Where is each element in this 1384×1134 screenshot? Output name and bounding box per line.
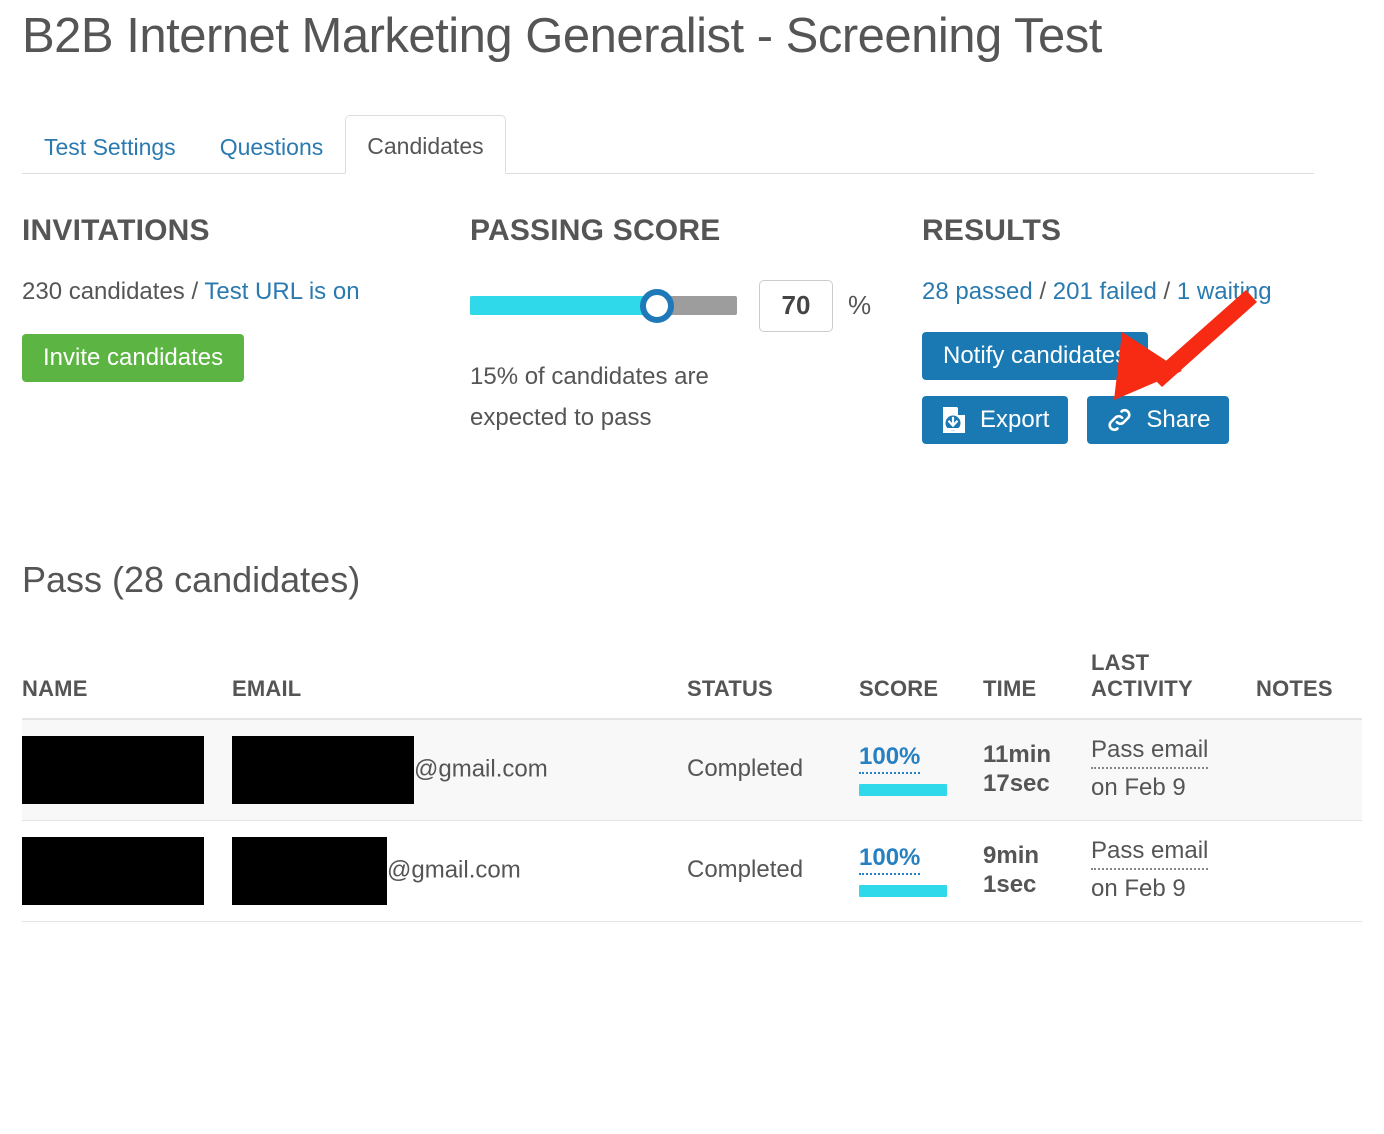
passing-score-note-line2: expected to pass bbox=[470, 404, 652, 432]
passing-score-note: 15% of candidates are expected to pass bbox=[470, 356, 770, 439]
failed-count-link[interactable]: 201 failed bbox=[1053, 278, 1157, 305]
cell-name bbox=[22, 718, 232, 821]
column-header-time: TIME bbox=[983, 675, 1037, 701]
table-row[interactable]: @gmail.com Completed 100% 11min 17sec Pa… bbox=[22, 718, 1362, 821]
time-seconds: 1sec bbox=[983, 870, 1037, 898]
score-progress-bar bbox=[859, 885, 947, 898]
export-button-label: Export bbox=[980, 405, 1050, 433]
passing-score-input[interactable] bbox=[759, 279, 833, 332]
column-header-notes: NOTES bbox=[1256, 675, 1333, 701]
link-icon bbox=[1106, 406, 1133, 434]
time-minutes: 11min bbox=[983, 740, 1052, 768]
redacted-email-box bbox=[232, 836, 387, 905]
column-header-score: SCORE bbox=[859, 675, 939, 701]
invitations-summary: 230 candidates / Test URL is on bbox=[22, 277, 470, 305]
results-panel: RESULTS 28 passed / 201 failed / 1 waiti… bbox=[922, 213, 1362, 444]
cell-notes[interactable] bbox=[1256, 718, 1362, 821]
email-domain-text: @gmail.com bbox=[387, 856, 521, 884]
slider-fill bbox=[470, 296, 657, 316]
pass-section-heading: Pass (28 candidates) bbox=[22, 558, 361, 600]
stats-row: INVITATIONS 230 candidates / Test URL is… bbox=[0, 213, 1384, 444]
redacted-name-box bbox=[22, 735, 204, 804]
invitations-separator: / bbox=[191, 277, 199, 305]
activity-label[interactable]: Pass email bbox=[1091, 736, 1209, 770]
share-button[interactable]: Share bbox=[1087, 395, 1230, 444]
export-button[interactable]: Export bbox=[922, 395, 1069, 444]
invitations-heading: INVITATIONS bbox=[22, 213, 210, 247]
cell-email: @gmail.com bbox=[232, 820, 687, 922]
export-icon bbox=[941, 406, 967, 434]
table-row[interactable]: @gmail.com Completed 100% 9min 1sec Pass… bbox=[22, 820, 1362, 922]
activity-label[interactable]: Pass email bbox=[1091, 837, 1209, 871]
activity-date: on Feb 9 bbox=[1091, 774, 1186, 802]
cell-last-activity: Pass email on Feb 9 bbox=[1091, 820, 1256, 922]
cell-last-activity: Pass email on Feb 9 bbox=[1091, 718, 1256, 821]
results-separator-2: / bbox=[1163, 277, 1171, 305]
cell-name bbox=[22, 820, 232, 922]
candidates-table: NAME EMAIL STATUS SCORE TIME LAST ACTIVI… bbox=[22, 650, 1362, 922]
score-progress-bar bbox=[859, 784, 947, 797]
email-domain-text: @gmail.com bbox=[414, 755, 548, 783]
slider-handle[interactable] bbox=[639, 288, 674, 323]
cell-score: 100% bbox=[859, 718, 983, 821]
passing-score-note-line1: 15% of candidates are bbox=[470, 362, 709, 390]
page-title: B2B Internet Marketing Generalist - Scre… bbox=[22, 9, 1102, 63]
column-header-last-activity: LAST ACTIVITY bbox=[1091, 650, 1256, 719]
percent-sign-label: % bbox=[848, 290, 872, 321]
cell-score: 100% bbox=[859, 820, 983, 922]
cell-status: Completed bbox=[687, 718, 859, 821]
tab-questions[interactable]: Questions bbox=[198, 121, 346, 174]
share-button-label: Share bbox=[1146, 405, 1211, 433]
results-separator-1: / bbox=[1039, 277, 1047, 305]
column-header-email: EMAIL bbox=[232, 675, 302, 701]
cell-time: 11min 17sec bbox=[983, 718, 1091, 821]
tab-test-settings[interactable]: Test Settings bbox=[22, 121, 198, 174]
passing-score-slider[interactable] bbox=[470, 288, 737, 323]
tab-bar: Test Settings Questions Candidates bbox=[22, 112, 1314, 174]
test-url-status-link[interactable]: Test URL is on bbox=[204, 278, 359, 305]
passing-score-panel: PASSING SCORE % 15% of candidates are ex… bbox=[470, 213, 922, 444]
column-header-name: NAME bbox=[22, 675, 88, 701]
invitations-panel: INVITATIONS 230 candidates / Test URL is… bbox=[22, 213, 470, 444]
table-header-row: NAME EMAIL STATUS SCORE TIME LAST ACTIVI… bbox=[22, 650, 1362, 719]
redacted-name-box bbox=[22, 836, 204, 905]
invite-candidates-button[interactable]: Invite candidates bbox=[22, 333, 245, 382]
time-seconds: 17sec bbox=[983, 769, 1050, 797]
score-value[interactable]: 100% bbox=[859, 745, 921, 775]
results-summary: 28 passed / 201 failed / 1 waiting bbox=[922, 277, 1362, 305]
activity-date: on Feb 9 bbox=[1091, 875, 1186, 903]
cell-time: 9min 1sec bbox=[983, 820, 1091, 922]
cell-status: Completed bbox=[687, 820, 859, 922]
column-header-status: STATUS bbox=[687, 675, 773, 701]
tab-candidates[interactable]: Candidates bbox=[345, 114, 506, 174]
passed-count-link[interactable]: 28 passed bbox=[922, 278, 1033, 305]
waiting-count-link[interactable]: 1 waiting bbox=[1177, 278, 1272, 305]
candidate-count: 230 candidates bbox=[22, 277, 185, 305]
passing-score-heading: PASSING SCORE bbox=[470, 213, 721, 247]
column-header-last-activity-line1: LAST bbox=[1091, 649, 1150, 675]
results-heading: RESULTS bbox=[922, 213, 1062, 247]
column-header-last-activity-line2: ACTIVITY bbox=[1091, 675, 1193, 701]
notify-candidates-button[interactable]: Notify candidates bbox=[922, 331, 1149, 380]
cell-email: @gmail.com bbox=[232, 718, 687, 821]
cell-notes[interactable] bbox=[1256, 820, 1362, 922]
time-minutes: 9min bbox=[983, 841, 1040, 869]
results-action-buttons: Export Share bbox=[922, 395, 1362, 444]
redacted-email-box bbox=[232, 735, 414, 804]
score-value[interactable]: 100% bbox=[859, 846, 921, 876]
passing-score-control: % bbox=[470, 279, 922, 332]
